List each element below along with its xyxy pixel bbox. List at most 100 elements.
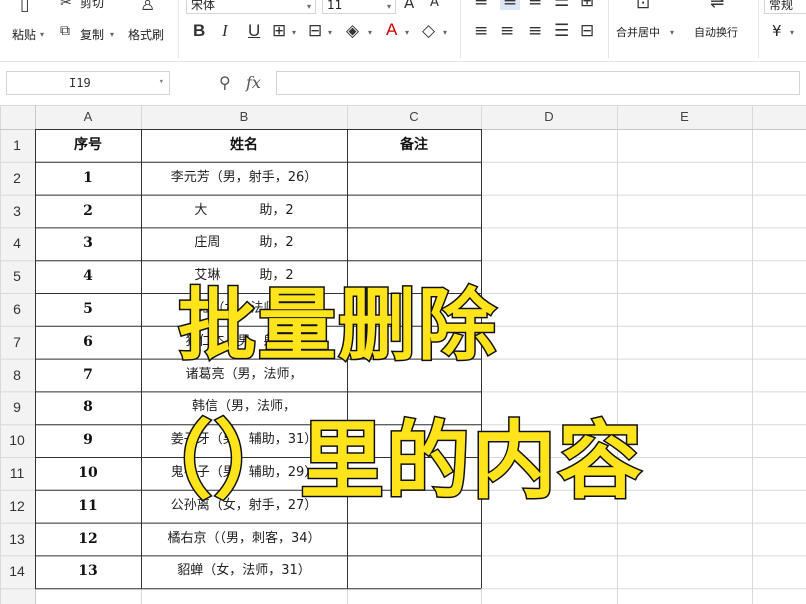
underline-button[interactable]: U xyxy=(248,22,260,40)
font-size-select[interactable]: 11 ▾ xyxy=(322,0,396,14)
bold-button[interactable]: B xyxy=(193,22,205,40)
name-box-value: I19 xyxy=(69,76,91,90)
ribbon-divider xyxy=(460,0,461,58)
cell-name[interactable]: 李元芳（男，射手，26） xyxy=(141,162,347,195)
cell-sequence[interactable]: 9 xyxy=(35,424,141,457)
row-header[interactable]: 11 xyxy=(0,457,34,490)
row-header[interactable]: 5 xyxy=(0,260,34,293)
column-header-e[interactable]: E xyxy=(617,105,752,129)
row-header[interactable]: 6 xyxy=(0,293,34,326)
cell-sequence[interactable]: 11 xyxy=(35,490,141,523)
cell-remark[interactable] xyxy=(347,555,481,588)
scissors-icon[interactable]: ✂ xyxy=(60,0,72,12)
column-header-d[interactable]: D xyxy=(481,105,617,129)
cell-sequence[interactable]: 13 xyxy=(35,555,141,588)
cell-name[interactable]: 大 助，2 xyxy=(141,195,347,228)
cell-sequence[interactable]: 4 xyxy=(35,260,141,293)
currency-button[interactable]: ¥ xyxy=(772,22,782,40)
cut-button[interactable]: 剪切 xyxy=(80,0,104,11)
cell-style-dropdown-icon[interactable]: ▾ xyxy=(328,28,332,37)
eraser-icon[interactable]: ◇ xyxy=(422,22,435,40)
zoom-icon[interactable]: ⚲ xyxy=(219,73,231,92)
ribbon-toolbar: ▯ 粘贴 ▾ ✂ 剪切 ⧉ 复制 ▾ ♙ 格式刷 宋体 ▾ 11 ▾ A A B… xyxy=(0,0,806,62)
cell-name[interactable]: 庄周 助，2 xyxy=(141,227,347,260)
font-size-value: 11 xyxy=(327,0,343,12)
paste-button[interactable]: 粘贴 xyxy=(12,26,36,43)
align-right-icon[interactable]: ≡ xyxy=(528,22,542,40)
cell-sequence[interactable]: 1 xyxy=(35,162,141,195)
align-left-icon[interactable]: ≡ xyxy=(474,22,488,40)
row-header[interactable]: 9 xyxy=(0,391,34,424)
indent-icon[interactable]: ☰ xyxy=(554,0,569,10)
column-header-b[interactable]: B xyxy=(141,105,347,129)
italic-button[interactable]: I xyxy=(222,22,228,40)
cell-remark[interactable] xyxy=(347,523,481,556)
row-header[interactable]: 4 xyxy=(0,227,34,260)
cell-style-icon[interactable]: ⊟ xyxy=(308,22,322,40)
row-header[interactable]: 1 xyxy=(0,129,34,162)
row-header[interactable]: 3 xyxy=(0,195,34,228)
font-name-value: 宋体 xyxy=(191,0,216,12)
header-cell-remark[interactable]: 备注 xyxy=(347,129,481,161)
font-grow-icon[interactable]: A xyxy=(404,0,414,12)
fx-icon[interactable]: fx xyxy=(246,73,261,92)
cell-remark[interactable] xyxy=(347,162,481,195)
cell-sequence[interactable]: 10 xyxy=(35,457,141,490)
distribute-horizontal-icon[interactable]: ⊟ xyxy=(580,22,594,40)
row-header[interactable]: 14 xyxy=(0,555,34,588)
font-color-icon[interactable]: A xyxy=(386,21,397,39)
wrap-text-icon[interactable]: ⇌ xyxy=(710,0,724,12)
fill-color-dropdown-icon[interactable]: ▾ xyxy=(368,28,372,37)
justify-icon[interactable]: ☰ xyxy=(554,22,569,40)
cell-remark[interactable] xyxy=(347,195,481,228)
column-header-c[interactable]: C xyxy=(347,105,481,129)
copy-button[interactable]: 复制 xyxy=(80,26,104,43)
align-center-icon[interactable]: ≡ xyxy=(500,22,514,40)
cell-remark[interactable] xyxy=(347,227,481,260)
cell-sequence[interactable]: 5 xyxy=(35,293,141,326)
eraser-dropdown-icon[interactable]: ▾ xyxy=(443,28,447,37)
fill-color-icon[interactable]: ◈ xyxy=(346,22,359,40)
currency-dropdown-icon[interactable]: ▾ xyxy=(790,28,794,37)
font-name-select[interactable]: 宋体 ▾ xyxy=(186,0,316,14)
cell-sequence[interactable]: 2 xyxy=(35,195,141,228)
row-header[interactable]: 10 xyxy=(0,424,34,457)
align-top-icon[interactable]: ≡ xyxy=(474,0,488,10)
borders-icon[interactable]: ⊞ xyxy=(272,22,286,40)
wrap-text-button[interactable]: 自动换行 xyxy=(694,24,738,40)
name-box[interactable]: I19 ▾ xyxy=(6,71,170,95)
row-header[interactable]: 12 xyxy=(0,490,34,523)
formula-input[interactable] xyxy=(276,71,800,95)
number-format-select[interactable]: 常规 xyxy=(764,0,806,14)
font-color-dropdown-icon[interactable]: ▾ xyxy=(405,28,409,37)
cell-sequence[interactable]: 6 xyxy=(35,326,141,359)
row-header[interactable]: 8 xyxy=(0,359,34,392)
align-middle-icon[interactable]: ≡ xyxy=(500,0,520,10)
cell-name[interactable]: 貂蝉（女，法师，31） xyxy=(141,555,347,588)
format-painter-icon[interactable]: ♙ xyxy=(140,0,155,14)
copy-dropdown-icon[interactable]: ▾ xyxy=(110,30,114,39)
format-painter-button[interactable]: 格式刷 xyxy=(128,26,164,43)
merge-center-icon[interactable]: ⊡ xyxy=(636,0,650,12)
cell-sequence[interactable]: 3 xyxy=(35,227,141,260)
row-header[interactable]: 2 xyxy=(0,162,34,195)
cell-sequence[interactable]: 12 xyxy=(35,523,141,556)
distributed-icon[interactable]: ⊞ xyxy=(580,0,594,10)
header-cell-sequence[interactable]: 序号 xyxy=(35,129,141,161)
merge-dropdown-icon[interactable]: ▾ xyxy=(670,28,674,37)
column-header-a[interactable]: A xyxy=(35,105,141,129)
cell-sequence[interactable]: 7 xyxy=(35,359,141,392)
font-shrink-icon[interactable]: A xyxy=(430,0,439,12)
paste-icon[interactable]: ▯ xyxy=(20,0,29,14)
cell-name[interactable]: 橘右京（（男，刺客，34） xyxy=(141,523,347,556)
cell-sequence[interactable]: 8 xyxy=(35,391,141,424)
merge-center-button[interactable]: 合并居中 xyxy=(616,24,660,40)
header-cell-name[interactable]: 姓名 xyxy=(141,129,347,161)
borders-dropdown-icon[interactable]: ▾ xyxy=(292,28,296,37)
paste-dropdown-icon[interactable]: ▾ xyxy=(40,30,44,39)
row-header[interactable]: 7 xyxy=(0,326,34,359)
formula-bar: I19 ▾ ⚲ fx xyxy=(0,68,806,98)
row-header[interactable]: 13 xyxy=(0,523,34,556)
align-bottom-icon[interactable]: ≡ xyxy=(528,0,542,10)
copy-icon[interactable]: ⧉ xyxy=(60,22,70,40)
